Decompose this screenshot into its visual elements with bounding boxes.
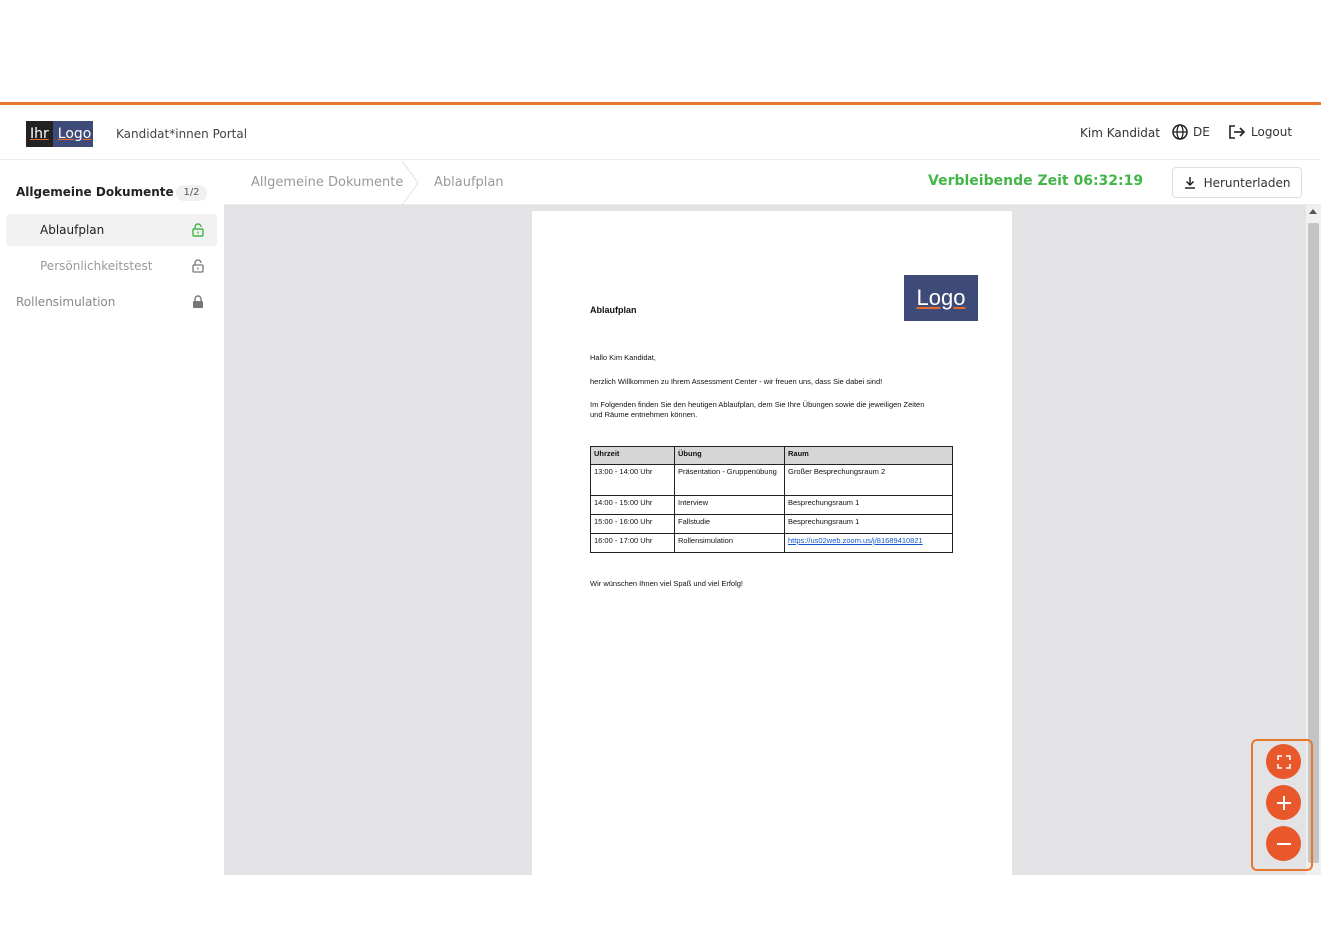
document-page: Logo Ablaufplan Hallo Kim Kandidat, herz… [532,211,1012,875]
sidebar-item-label: Rollensimulation [16,295,116,309]
sidebar-group-count: 1/2 [176,185,207,201]
sidebar-item-label: Ablaufplan [40,223,105,237]
document-greeting: Hallo Kim Kandidat, [590,353,656,362]
table-cell: Fallstudie [674,514,785,534]
table-header: Übung [674,446,785,465]
sidebar-item-ablaufplan[interactable]: Ablaufplan [6,214,217,246]
fullscreen-icon [1276,754,1291,769]
fullscreen-button[interactable] [1266,744,1301,779]
document-welcome: herzlich Willkommen zu Ihrem Assessment … [590,377,883,386]
document-viewer[interactable]: Logo Ablaufplan Hallo Kim Kandidat, herz… [224,205,1321,875]
table-cell: Rollensimulation [674,533,785,553]
document-intro: Im Folgenden finden Sie den heutigen Abl… [590,400,925,419]
table-cell: 14:00 - 15:00 Uhr [590,495,675,515]
document-logo: Logo [904,275,978,321]
logout-label: Logout [1251,125,1293,139]
download-button[interactable]: Herunterladen [1172,167,1302,198]
portal-title: Kandidat*innen Portal [116,127,248,141]
logout-button[interactable]: Logout [1228,124,1292,140]
zoom-out-button[interactable] [1266,826,1301,861]
zoom-in-button[interactable] [1266,785,1301,820]
sidebar: Allgemeine Dokumente 1/2 Ablaufplan Pers… [0,161,224,875]
table-header: Uhrzeit [590,446,675,465]
table-cell: 15:00 - 16:00 Uhr [590,514,675,534]
globe-icon [1172,124,1188,140]
remaining-time: Verbleibende Zeit 06:32:19 [928,173,1144,189]
unlock-icon [192,259,204,273]
sidebar-item-persoenlichkeitstest[interactable]: Persönlichkeitstest [6,250,217,282]
logo-part1: Ihr [26,121,53,147]
breadcrumb-chevron-icon [401,161,419,205]
document-title: Ablaufplan [590,305,637,315]
document-closing: Wir wünschen Ihnen viel Spaß und viel Er… [590,579,743,588]
user-name[interactable]: Kim Kandidat [1080,126,1160,140]
brand-logo[interactable]: Ihr Logo [26,121,93,147]
lock-icon [193,295,203,308]
breadcrumb-item-current: Ablaufplan [434,175,504,190]
language-switch[interactable]: DE [1172,124,1210,140]
table-row: 14:00 - 15:00 Uhr Interview Besprechungs… [590,495,953,515]
breadcrumb-item-root[interactable]: Allgemeine Dokumente [251,175,403,190]
document-logo-text: Logo [916,285,966,310]
table-cell: 13:00 - 14:00 Uhr [590,464,675,496]
sidebar-item-rollensimulation[interactable]: Rollensimulation [6,286,217,318]
schedule-table: Uhrzeit Übung Raum 13:00 - 14:00 Uhr Prä… [590,446,953,553]
table-cell: Besprechungsraum 1 [784,495,953,515]
document-toolbar: Allgemeine Dokumente Ablaufplan Verbleib… [224,161,1321,205]
top-header: Ihr Logo Kandidat*innen Portal Kim Kandi… [0,105,1321,160]
table-row: 16:00 - 17:00 Uhr Rollensimulation https… [590,533,953,553]
logout-icon [1229,125,1246,139]
download-label: Herunterladen [1203,175,1291,190]
table-cell: Präsentation - Gruppenübung [674,464,785,496]
table-cell: 16:00 - 17:00 Uhr [590,533,675,553]
table-cell: Großer Besprechungsraum 2 [784,464,953,496]
table-cell-link: https://us02web.zoom.us/j/81689410821 [784,533,953,553]
table-header: Raum [784,446,953,465]
scroll-up-arrow-icon[interactable] [1309,209,1317,214]
table-row: 13:00 - 14:00 Uhr Präsentation - Gruppen… [590,464,953,496]
zoom-in-icon [1276,795,1291,810]
table-cell: Besprechungsraum 1 [784,514,953,534]
table-header-row: Uhrzeit Übung Raum [590,446,953,465]
sidebar-item-label: Persönlichkeitstest [40,259,153,273]
download-icon [1184,177,1195,189]
unlock-icon [192,223,204,237]
table-cell: Interview [674,495,785,515]
zoom-out-icon [1276,842,1291,845]
logo-part2: Logo [57,126,92,142]
language-label: DE [1193,125,1210,139]
zoom-meeting-link[interactable]: https://us02web.zoom.us/j/81689410821 [788,536,923,545]
table-row: 15:00 - 16:00 Uhr Fallstudie Besprechung… [590,514,953,534]
